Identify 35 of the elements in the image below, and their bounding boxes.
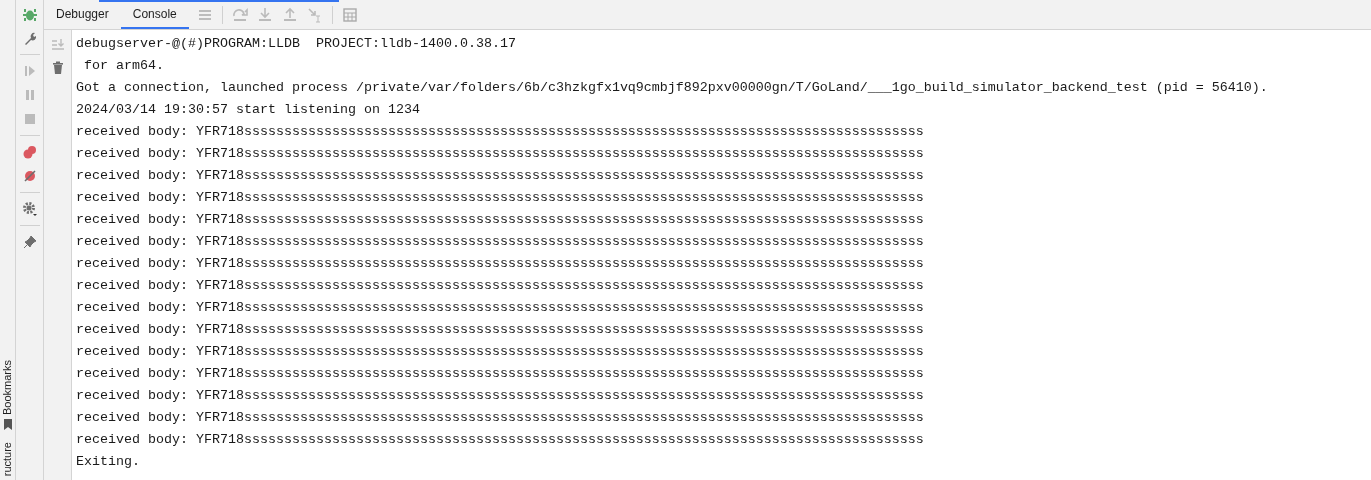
step-into-icon[interactable] — [256, 6, 273, 23]
console-line: received body: YFR718sssssssssssssssssssssssssssssssssssssssssssssssssssssssssssssssssssssssssssssssssssss — [76, 255, 924, 273]
scroll-to-end-icon[interactable] — [49, 36, 66, 52]
console-line: received body: YFR718sssssssssssssssssssssssssssssssssssssssssssssssssssssssssssssssssssssssssssssssssssss — [76, 277, 924, 295]
step-over-icon[interactable] — [231, 6, 248, 23]
console-line: received body: YFR718sssssssssssssssssssssssssssssssssssssssssssssssssssssssssssssssssssssssssssssssssssss — [76, 211, 924, 229]
console-line: received body: YFR718sssssssssssssssssssssssssssssssssssssssssssssssssssssssssssssssssssssssssssssssssssss — [76, 321, 924, 339]
console-line: received body: YFR718sssssssssssssssssssssssssssssssssssssssssssssssssssssssssssssssssssssssssssssssssssss — [76, 145, 924, 163]
console-line: 2024/03/14 19:30:57 start listening on 1234 — [76, 101, 420, 119]
console-line: received body: YFR718sssssssssssssssssssssssssssssssssssssssssssssssssssssssssssssssssssssssssssssssssssss — [76, 189, 924, 207]
console-line: received body: YFR718sssssssssssssssssssssssssssssssssssssssssssssssssssssssssssssssssssssssssssssssssssss — [76, 431, 924, 449]
console-line: received body: YFR718sssssssssssssssssssssssssssssssssssssssssssssssssssssssssssssssssssssssssssssssssssss — [76, 299, 924, 317]
step-out-icon[interactable] — [281, 6, 298, 23]
console-line: debugserver-@(#)PROGRAM:LLDB PROJECT:lldb-1400.0.38.17 — [76, 35, 516, 53]
tab[interactable]: Console — [120, 0, 189, 29]
console-line: Exiting. — [76, 453, 140, 471]
console-line: Got a connection, launched process /private/var/folders/6b/c3hzkgfx1vq9cmbjf892pxv00000gn/T/GoLand/___1go_build_simulator_backend_test (pid = 56410). — [76, 79, 1268, 97]
bookmark-icon — [2, 418, 13, 430]
console-line: for arm64. — [83, 57, 164, 75]
breakpoints-icon[interactable] — [21, 144, 38, 160]
console-line: received body: YFR718sssssssssssssssssssssssssssssssssssssssssssssssssssssssssssssssssssssssssssssssssssss — [76, 167, 924, 185]
console-line: received body: YFR718sssssssssssssssssssssssssssssssssssssssssssssssssssssssssssssssssssssssssssssssssssss — [76, 387, 924, 405]
side-tab[interactable]: ructure — [0, 441, 16, 476]
bug-icon[interactable] — [21, 6, 38, 22]
side-tab[interactable]: Bookmarks — [0, 359, 16, 415]
console-line: received body: YFR718sssssssssssssssssssssssssssssssssssssssssssssssssssssssssssssssssssssssssssssssssssss — [76, 233, 924, 251]
settings-icon[interactable] — [21, 201, 38, 217]
console-line: received body: YFR718sssssssssssssssssssssssssssssssssssssssssssssssssssssssssssssssssssssssssssssssssssss — [76, 365, 924, 383]
run-to-cursor-icon[interactable] — [306, 6, 323, 23]
tab[interactable]: Debugger — [44, 0, 121, 29]
console-line: received body: YFR718sssssssssssssssssssssssssssssssssssssssssssssssssssssssssssssssssssssssssssssssssssss — [76, 409, 924, 427]
console-line: received body: YFR718sssssssssssssssssssssssssssssssssssssssssssssssssssssssssssssssssssssssssssssssssssss — [76, 123, 924, 141]
console-line: received body: YFR718sssssssssssssssssssssssssssssssssssssssssssssssssssssssssssssssssssssssssssssssssssss — [76, 343, 924, 361]
table-icon[interactable] — [341, 6, 358, 23]
pin-icon[interactable] — [21, 234, 38, 250]
